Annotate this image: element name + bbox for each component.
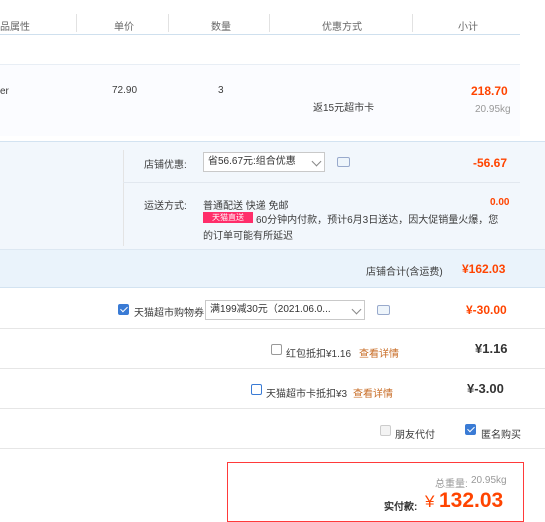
pay-currency: ¥ xyxy=(425,492,435,511)
item-weight: 20.95kg xyxy=(475,104,511,115)
column-divider xyxy=(76,14,77,32)
band-divider xyxy=(0,287,545,288)
hongbao-amount: ¥1.16 xyxy=(475,341,508,356)
chevron-down-icon xyxy=(311,156,322,167)
column-attr: 品属性 xyxy=(0,22,30,33)
row-divider xyxy=(0,408,545,409)
store-total-amount: ¥162.03 xyxy=(462,262,506,276)
band-divider-vertical xyxy=(123,150,124,246)
hongbao-detail-link[interactable]: 查看详情 xyxy=(359,345,399,360)
store-discount-amount: -56.67 xyxy=(473,156,508,170)
table-header: 品属性 单价 数量 优惠方式 小计 xyxy=(0,0,545,34)
shipping-label: 运送方式: xyxy=(144,201,187,212)
column-subtotal: 小计 xyxy=(458,22,478,33)
chevron-down-icon xyxy=(351,304,362,315)
card-amount: ¥-3.00 xyxy=(467,381,504,396)
coupon-checkbox[interactable] xyxy=(118,304,129,315)
store-discount-select[interactable]: 省56.67元:组合优惠 xyxy=(203,152,325,172)
anonymous-checkbox[interactable] xyxy=(465,424,476,435)
header-divider xyxy=(0,34,520,35)
column-discount: 优惠方式 xyxy=(322,22,362,33)
store-discount-value: 省56.67元:组合优惠 xyxy=(208,156,296,167)
coupon-label: 天猫超市购物券 xyxy=(134,308,204,319)
item-quantity: 3 xyxy=(218,85,224,96)
anonymous-label: 匿名购买 xyxy=(481,430,521,441)
column-divider xyxy=(168,14,169,32)
pay-label: 实付款: xyxy=(384,502,418,513)
band-row-divider xyxy=(123,182,520,183)
hongbao-checkbox[interactable] xyxy=(271,344,282,355)
shipping-method: 普通配送 快递 免邮 xyxy=(203,201,289,212)
card-detail-link[interactable]: 查看详情 xyxy=(353,385,393,400)
row-divider xyxy=(0,64,520,65)
row-divider xyxy=(0,328,545,329)
pay-total: 132.03 xyxy=(439,489,504,512)
column-qty: 数量 xyxy=(211,22,231,33)
column-divider xyxy=(269,14,270,32)
card-checkbox[interactable] xyxy=(251,384,262,395)
total-weight-label: 总重量: xyxy=(435,479,468,490)
coupon-value: 满199减30元（2021.06.0... xyxy=(210,304,331,315)
band-divider xyxy=(0,249,545,250)
store-discount-label: 店铺优惠: xyxy=(144,160,187,171)
column-price: 单价 xyxy=(114,22,134,33)
total-weight: 20.95kg xyxy=(471,475,507,486)
chat-bubble-icon[interactable] xyxy=(377,305,390,315)
hongbao-label: 红包抵扣¥1.16 xyxy=(286,349,352,360)
coupon-select[interactable]: 满199减30元（2021.06.0... xyxy=(205,300,365,320)
shipping-note-line1: 60分钟内付款，预计6月3日送达，因大促销量火爆，您 xyxy=(256,215,499,226)
item-attr: er xyxy=(0,86,9,97)
card-label: 天猫超市卡抵扣¥3 xyxy=(266,389,348,400)
chat-bubble-icon[interactable] xyxy=(337,157,350,167)
tmall-direct-tag: 天猫直送 xyxy=(203,212,253,223)
row-divider xyxy=(0,448,545,449)
band-divider xyxy=(0,141,545,142)
friend-pay-label: 朋友代付 xyxy=(395,430,435,441)
coupon-amount: ¥-30.00 xyxy=(466,303,507,317)
column-divider xyxy=(412,14,413,32)
store-total-label: 店铺合计(含运费) xyxy=(366,267,443,278)
item-row xyxy=(0,64,520,136)
shipping-note-line2: 的订单可能有所延迟 xyxy=(203,231,293,242)
shipping-amount: 0.00 xyxy=(490,197,510,208)
item-discount-note: 返15元超市卡 xyxy=(313,103,375,114)
item-price: 72.90 xyxy=(112,85,138,96)
friend-pay-checkbox[interactable] xyxy=(380,425,391,436)
row-divider xyxy=(0,368,545,369)
item-subtotal: 218.70 xyxy=(471,84,508,98)
